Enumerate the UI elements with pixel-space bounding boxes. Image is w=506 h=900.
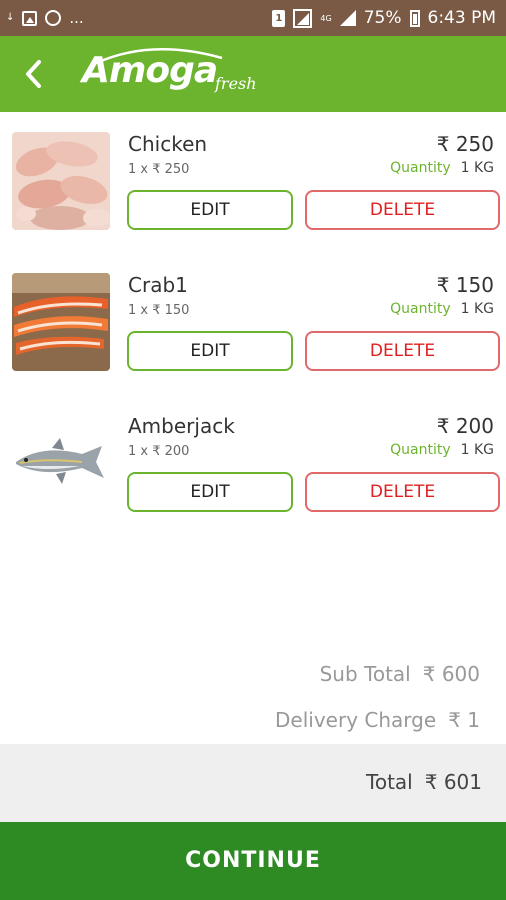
- amberjack-image: [12, 414, 110, 512]
- back-button[interactable]: [12, 50, 56, 98]
- crab-image: [12, 273, 110, 371]
- status-bar: ↓ ... 1 4G 75% 6:43 PM: [0, 0, 506, 36]
- cart-item: Chicken 1 x ₹ 250 ₹ 250 Quantity 1 KG EDI…: [0, 132, 506, 262]
- lte-icon: 4G: [320, 13, 332, 23]
- quantity-label: Quantity: [390, 160, 451, 176]
- subtotal-value: ₹ 600: [422, 662, 480, 686]
- item-name: Chicken: [128, 132, 208, 156]
- battery-percent: 75%: [363, 8, 402, 28]
- battery-icon: [409, 9, 420, 27]
- subtotal-row: Sub Total ₹ 600: [320, 662, 480, 686]
- whatsapp-icon: [45, 10, 62, 26]
- brand-logo: Amoga fresh: [82, 44, 282, 104]
- logo-wordmark: Amoga: [82, 50, 218, 91]
- sim-icon: 1: [272, 9, 286, 27]
- back-arrow-icon: [26, 60, 41, 88]
- quantity-value: 1 KG: [460, 301, 494, 317]
- image-notification-icon: [22, 10, 38, 26]
- edit-button[interactable]: EDIT: [127, 472, 293, 512]
- download-speed-icon: ↓: [6, 12, 15, 23]
- delivery-charge-row: Delivery Charge ₹ 1: [275, 708, 480, 732]
- total-label: Total: [366, 770, 413, 794]
- item-price: ₹ 250: [436, 132, 494, 156]
- edit-button[interactable]: EDIT: [127, 331, 293, 371]
- chicken-image: [12, 132, 110, 230]
- item-quantity: Quantity 1 KG: [390, 160, 494, 176]
- delete-button[interactable]: DELETE: [305, 190, 500, 230]
- item-price: ₹ 200: [436, 414, 494, 438]
- quantity-label: Quantity: [390, 442, 451, 458]
- continue-button[interactable]: CONTINUE: [0, 822, 506, 900]
- network-icon: [293, 8, 313, 28]
- item-name: Amberjack: [128, 414, 235, 438]
- quantity-label: Quantity: [390, 301, 451, 317]
- logo-tagline: fresh: [215, 74, 257, 93]
- clock: 6:43 PM: [427, 8, 497, 28]
- more-notifications-icon: ...: [69, 9, 84, 27]
- item-quantity: Quantity 1 KG: [390, 301, 494, 317]
- delete-button[interactable]: DELETE: [305, 331, 500, 371]
- app-bar: Amoga fresh: [0, 36, 506, 112]
- total-row: Total ₹ 601: [366, 770, 482, 794]
- delivery-charge-label: Delivery Charge: [275, 708, 437, 732]
- item-unit-price: 1 x ₹ 250: [128, 162, 190, 177]
- item-unit-price: 1 x ₹ 200: [128, 444, 190, 459]
- status-notifications: ↓ ...: [6, 6, 84, 30]
- quantity-value: 1 KG: [460, 442, 494, 458]
- delete-button[interactable]: DELETE: [305, 472, 500, 512]
- item-unit-price: 1 x ₹ 150: [128, 303, 190, 318]
- item-price: ₹ 150: [436, 273, 494, 297]
- item-name: Crab1: [128, 273, 188, 297]
- total-value: ₹ 601: [424, 770, 482, 794]
- edit-button[interactable]: EDIT: [127, 190, 293, 230]
- signal-icon: [339, 10, 356, 26]
- status-system: 1 4G 75% 6:43 PM: [272, 5, 496, 31]
- total-bar: Total ₹ 601: [0, 744, 506, 822]
- quantity-value: 1 KG: [460, 160, 494, 176]
- delivery-charge-value: ₹ 1: [448, 708, 480, 732]
- subtotal-label: Sub Total: [319, 662, 411, 686]
- cart-item: Crab1 1 x ₹ 150 ₹ 150 Quantity 1 KG EDIT …: [0, 273, 506, 403]
- item-quantity: Quantity 1 KG: [390, 442, 494, 458]
- cart-item: Amberjack 1 x ₹ 200 ₹ 200 Quantity 1 KG E…: [0, 414, 506, 544]
